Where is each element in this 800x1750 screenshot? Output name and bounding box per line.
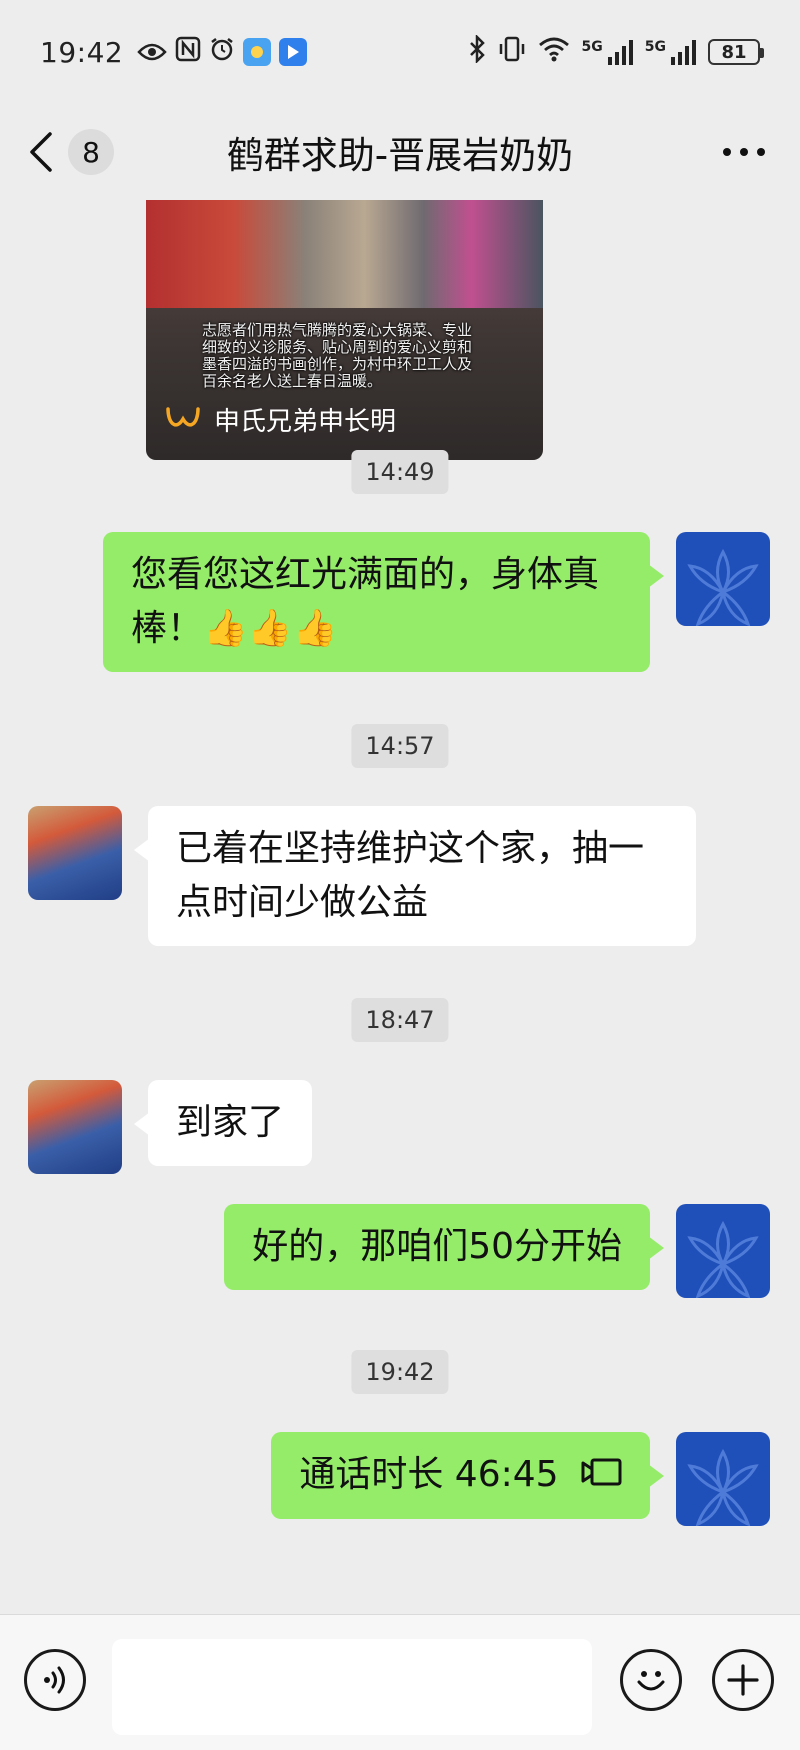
nfc-icon (175, 36, 201, 69)
chat-header: 8 鹤群求助-晋展岩奶奶 (0, 104, 800, 200)
message-row: 已着在坚持维护这个家，抽一点时间少做公益 (0, 806, 800, 948)
signal-icon: 5G (582, 39, 633, 65)
video-caption: 志愿者们用热气腾腾的爱心大锅菜、专业细致的义诊服务、贴心周到的爱心义剪和墨香四溢… (202, 321, 473, 390)
bluetooth-icon (468, 33, 486, 69)
weather-icon (243, 38, 272, 66)
eye-icon (137, 36, 167, 69)
timestamp: 14:49 (351, 450, 449, 494)
message-row: 您看您这红光满面的，身体真棒！👍👍👍 (0, 532, 800, 674)
more-actions-button[interactable] (712, 1649, 774, 1711)
app-icon (279, 38, 308, 66)
smiley-icon (637, 1671, 665, 1691)
chat-title: 鹤群求助-晋展岩奶奶 (226, 134, 574, 177)
signal-icon-2: 5G (645, 39, 696, 65)
shared-video-card[interactable]: 志愿者们用热气腾腾的爱心大锅菜、专业细致的义诊服务、贴心周到的爱心义剪和墨香四溢… (146, 200, 543, 460)
alarm-icon (209, 36, 235, 69)
self-avatar[interactable] (676, 532, 770, 626)
message-row: 通话时长 46:45 (0, 1432, 800, 1528)
self-avatar[interactable] (676, 1204, 770, 1298)
input-bar (0, 1614, 800, 1750)
status-bar: 19:42 5G 5G 81 (0, 0, 800, 104)
vibrate-icon (498, 36, 526, 68)
message-row: 到家了 (0, 1080, 800, 1176)
timestamp: 14:57 (351, 724, 449, 768)
received-message-bubble[interactable]: 已着在坚持维护这个家，抽一点时间少做公益 (134, 806, 696, 946)
video-source-name: 申氏兄弟申长明 (214, 407, 397, 437)
more-options-icon[interactable] (716, 132, 772, 172)
back-icon[interactable] (28, 127, 64, 177)
received-message-bubble[interactable]: 到家了 (133, 1080, 313, 1166)
battery-icon: 81 (708, 39, 764, 65)
video-source: 申氏兄弟申长明 (166, 401, 396, 438)
sent-message-bubble[interactable]: 您看您这红光满面的，身体真棒！👍👍👍 (103, 532, 664, 672)
timestamp: 18:47 (351, 998, 449, 1042)
contact-avatar[interactable] (28, 1080, 122, 1174)
message-list[interactable]: 志愿者们用热气腾腾的爱心大锅菜、专业细致的义诊服务、贴心周到的爱心义剪和墨香四溢… (0, 200, 800, 1614)
message-input[interactable] (112, 1639, 592, 1735)
self-avatar[interactable] (676, 1432, 770, 1526)
battery-level: 81 (721, 41, 747, 63)
status-time: 19:42 (40, 35, 124, 69)
timestamp: 19:42 (351, 1350, 449, 1394)
voice-icon (44, 1666, 65, 1694)
contact-avatar[interactable] (28, 806, 122, 900)
message-row: 好的，那咱们50分开始 (0, 1204, 800, 1300)
unread-count-badge[interactable]: 8 (68, 129, 114, 175)
call-duration-text: 通话时长 46:45 (299, 1454, 559, 1495)
video-call-icon (580, 1449, 622, 1503)
call-record-bubble[interactable]: 通话时长 46:45 (271, 1432, 664, 1519)
plus-icon (727, 1664, 759, 1696)
video-thumbnail (146, 200, 543, 308)
voice-input-button[interactable] (24, 1649, 86, 1711)
channels-icon (166, 406, 200, 433)
emoji-button[interactable] (620, 1649, 682, 1711)
sent-message-bubble[interactable]: 好的，那咱们50分开始 (224, 1204, 664, 1290)
wifi-icon (538, 36, 570, 68)
